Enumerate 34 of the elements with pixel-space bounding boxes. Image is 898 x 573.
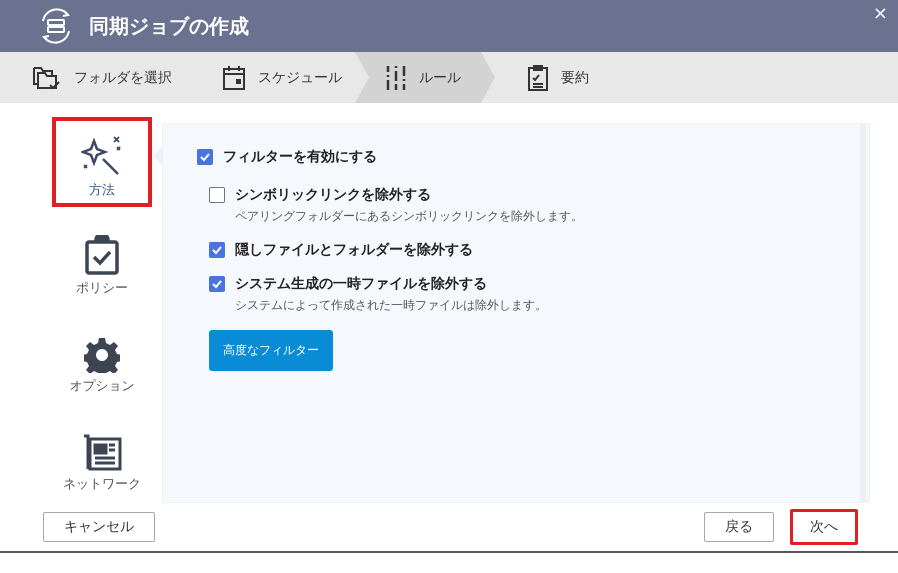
checkbox-label: シンボリックリンクを除外する [235, 186, 431, 204]
sidebar-item[interactable]: ポリシー [52, 215, 152, 305]
clipboard-icon [527, 64, 549, 92]
check-icon [199, 151, 211, 163]
check-icon [211, 278, 223, 290]
checkbox[interactable] [209, 276, 225, 292]
calendar-icon [222, 64, 246, 90]
option-description: ペアリングフォルダーにあるシンボリックリンクを除外します。 [235, 208, 584, 225]
wizard-step[interactable]: スケジュール [190, 52, 355, 103]
advanced-filter-button[interactable]: 高度なフィルター [209, 330, 333, 371]
close-button[interactable]: × [872, 4, 888, 24]
cancel-button[interactable]: キャンセル [43, 512, 155, 542]
checkbox[interactable] [197, 149, 213, 165]
checkbox[interactable] [209, 242, 225, 258]
wizard-step[interactable]: フォルダを選択 [0, 52, 190, 103]
sidebar-item[interactable]: オプション [52, 313, 152, 403]
check-icon [211, 244, 223, 256]
gear-icon [84, 337, 120, 373]
checkbox-label: 隠しファイルとフォルダーを除外する [235, 241, 473, 259]
sidebar-item[interactable]: ネットワーク [52, 411, 152, 501]
checkbox[interactable] [209, 187, 225, 203]
next-button[interactable]: 次へ [790, 509, 858, 545]
wizard-step[interactable]: ルール [355, 52, 495, 103]
window-title: 同期ジョブの作成 [89, 12, 249, 40]
back-button[interactable]: 戻る [704, 512, 774, 542]
sidebar-item[interactable]: 方法 [52, 117, 152, 207]
checkbox-label: システム生成の一時ファイルを除外する [235, 275, 487, 293]
magic-wand-icon [81, 135, 123, 177]
wizard-step[interactable]: 要約 [495, 52, 605, 103]
sliders-icon [385, 64, 407, 90]
newspaper-icon [82, 433, 122, 471]
clipboard-check-icon [84, 235, 120, 275]
checkbox-label: フィルターを有効にする [223, 148, 377, 166]
option-description: システムによって作成された一時ファイルは除外します。 [235, 297, 548, 314]
